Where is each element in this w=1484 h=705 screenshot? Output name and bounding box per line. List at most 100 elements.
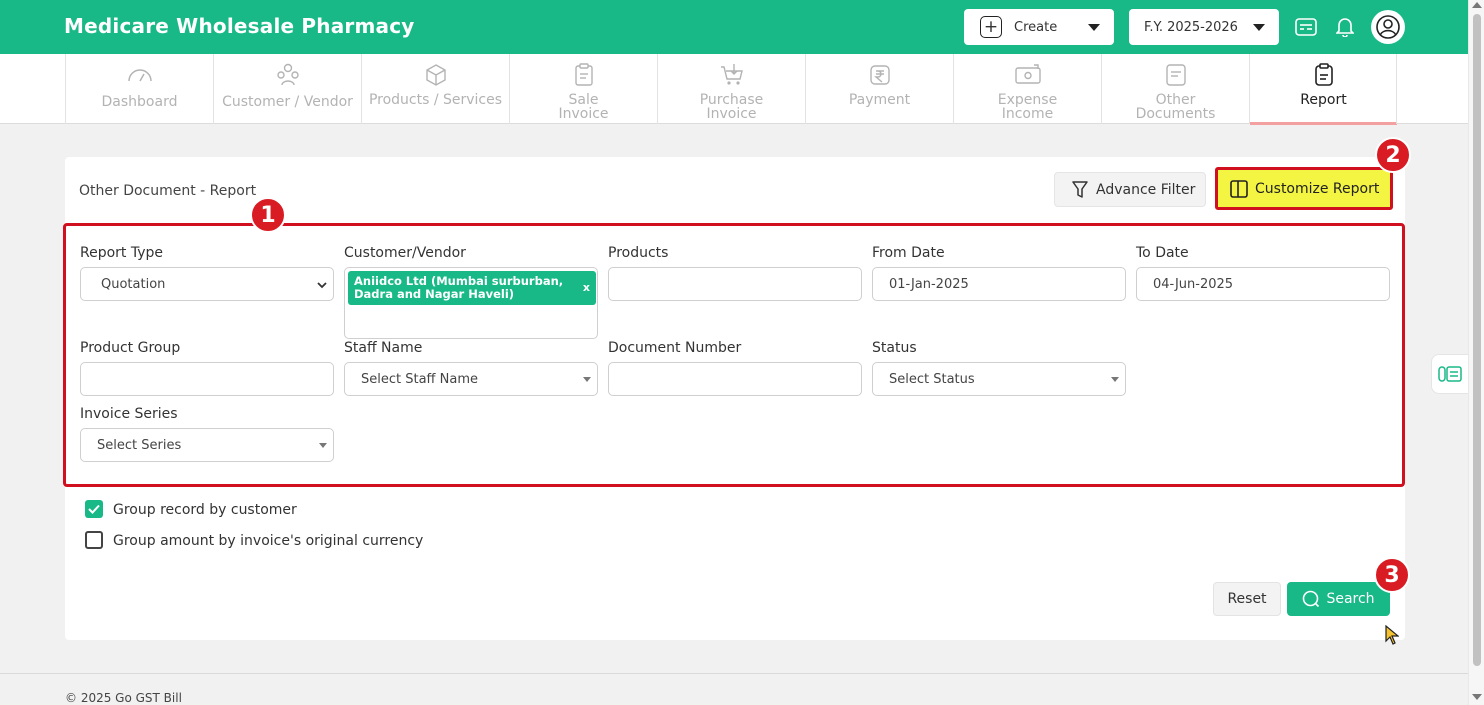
group-by-customer-label[interactable]: Group record by customer: [113, 502, 297, 518]
bell-icon[interactable]: [1331, 13, 1359, 41]
customer-vendor-multiselect[interactable]: Aniidco Ltd (Mumbai surburban, Dadra and…: [344, 267, 598, 339]
caret-down-icon: [319, 443, 327, 448]
box-icon: [424, 63, 448, 87]
advance-filter-button[interactable]: Advance Filter: [1054, 172, 1206, 207]
rupee-icon: [868, 63, 892, 87]
customize-report-button[interactable]: Customize Report: [1215, 167, 1393, 210]
group-by-currency-checkbox[interactable]: [85, 531, 103, 549]
from-date-input[interactable]: 01-Jan-2025: [872, 267, 1126, 301]
products-label: Products: [608, 245, 669, 261]
tab-label: Customer / Vendor: [222, 94, 353, 110]
search-icon: [1303, 590, 1320, 608]
create-button[interactable]: + Create: [964, 9, 1114, 45]
mouse-cursor-icon: [1385, 624, 1400, 650]
filter-icon: [1072, 180, 1088, 198]
tab-label: Report: [1300, 92, 1347, 108]
tab-sale-invoice[interactable]: Sale Invoice: [509, 54, 657, 124]
product-group-label: Product Group: [80, 340, 181, 356]
to-date-label: To Date: [1136, 245, 1189, 261]
chevron-down-icon: [1088, 24, 1100, 31]
customize-report-label: Customize Report: [1255, 180, 1380, 197]
staff-name-placeholder: Select Staff Name: [361, 371, 478, 387]
keyboard-shortcut-icon[interactable]: [1292, 13, 1320, 41]
document-number-label: Document Number: [608, 340, 742, 356]
caret-down-icon: [1111, 377, 1119, 382]
main-nav: Dashboard Customer / Vendor Products / S…: [0, 54, 1468, 125]
tab-label: Payment: [848, 92, 911, 108]
customer-vendor-label: Customer/Vendor: [344, 245, 466, 261]
annotation-badge-2: 2: [1375, 137, 1411, 173]
footer-copyright: © 2025 Go GST Bill: [65, 691, 182, 705]
top-bar: Medicare Wholesale Pharmacy + Create F.Y…: [0, 0, 1468, 54]
advance-filter-label: Advance Filter: [1096, 181, 1196, 198]
selected-customer-tag: Aniidco Ltd (Mumbai surburban, Dadra and…: [348, 271, 596, 305]
scroll-up-icon[interactable]: [1472, 2, 1482, 8]
invoice-series-select[interactable]: Select Series: [80, 428, 334, 462]
tab-customer-vendor[interactable]: Customer / Vendor: [213, 54, 361, 124]
columns-icon: [1230, 179, 1248, 198]
tab-payment[interactable]: Payment: [805, 54, 953, 124]
tab-label: Dashboard: [101, 94, 178, 110]
staff-name-select[interactable]: Select Staff Name: [344, 362, 598, 396]
chevron-down-icon: [1253, 24, 1265, 31]
tab-label: Other Documents: [1135, 92, 1216, 122]
report-icon: [1313, 63, 1335, 87]
reset-button[interactable]: Reset: [1213, 582, 1281, 616]
scroll-down-icon[interactable]: [1472, 694, 1482, 700]
chevron-down-icon: [317, 279, 327, 292]
divider: [1396, 54, 1397, 124]
document-number-input[interactable]: [608, 362, 862, 396]
status-label: Status: [872, 340, 917, 356]
invoice-series-label: Invoice Series: [80, 406, 178, 422]
tab-label: Expense Income: [997, 92, 1058, 122]
report-type-value: Quotation: [101, 276, 166, 292]
search-button[interactable]: Search: [1287, 582, 1390, 616]
search-label: Search: [1326, 591, 1375, 607]
page-scrollbar[interactable]: [1468, 0, 1484, 705]
money-icon: [1014, 63, 1042, 87]
footer-divider: [0, 673, 1468, 674]
cart-icon: [719, 63, 745, 87]
tab-expense-income[interactable]: Expense Income: [953, 54, 1101, 124]
status-select[interactable]: Select Status: [872, 362, 1126, 396]
tab-purchase-invoice[interactable]: Purchase Invoice: [657, 54, 805, 124]
fiscal-year-select[interactable]: F.Y. 2025-2026: [1129, 9, 1279, 45]
products-input[interactable]: [608, 267, 862, 301]
tab-dashboard[interactable]: Dashboard: [65, 54, 213, 124]
tab-other-documents[interactable]: Other Documents: [1101, 54, 1249, 124]
fiscal-year-label: F.Y. 2025-2026: [1144, 19, 1238, 35]
user-avatar[interactable]: [1371, 10, 1405, 44]
product-group-input[interactable]: [80, 362, 334, 396]
staff-name-label: Staff Name: [344, 340, 423, 356]
gauge-icon: [127, 63, 153, 87]
group-by-customer-checkbox[interactable]: [85, 500, 103, 518]
scrollbar-thumb[interactable]: [1473, 14, 1481, 666]
tab-products-services[interactable]: Products / Services: [361, 54, 509, 124]
customer-tag-label: Aniidco Ltd (Mumbai surburban, Dadra and…: [354, 274, 564, 301]
tab-label: Sale Invoice: [558, 92, 609, 122]
clipboard-icon: [573, 63, 595, 87]
tab-label: Products / Services: [368, 92, 503, 108]
status-placeholder: Select Status: [889, 371, 975, 387]
document-icon: [1165, 63, 1187, 87]
annotation-badge-3: 3: [1374, 557, 1410, 593]
report-type-select[interactable]: Quotation: [80, 267, 334, 301]
remove-tag-icon[interactable]: x: [583, 281, 590, 294]
brand-title[interactable]: Medicare Wholesale Pharmacy: [64, 14, 415, 38]
check-icon: [88, 504, 100, 514]
from-date-value: 01-Jan-2025: [889, 276, 969, 292]
plus-icon: +: [980, 16, 1002, 38]
report-type-label: Report Type: [80, 245, 164, 261]
from-date-label: From Date: [872, 245, 945, 261]
books-icon: [1438, 366, 1462, 382]
to-date-value: 04-Jun-2025: [1153, 276, 1234, 292]
to-date-input[interactable]: 04-Jun-2025: [1136, 267, 1390, 301]
user-icon: [1376, 15, 1400, 39]
tab-report[interactable]: Report: [1249, 54, 1397, 125]
users-icon: [275, 63, 301, 87]
caret-down-icon: [583, 377, 591, 382]
create-label: Create: [1014, 19, 1058, 35]
side-float-button[interactable]: [1431, 354, 1468, 394]
tab-label: Purchase Invoice: [699, 92, 764, 122]
group-by-currency-label[interactable]: Group amount by invoice's original curre…: [113, 533, 423, 549]
